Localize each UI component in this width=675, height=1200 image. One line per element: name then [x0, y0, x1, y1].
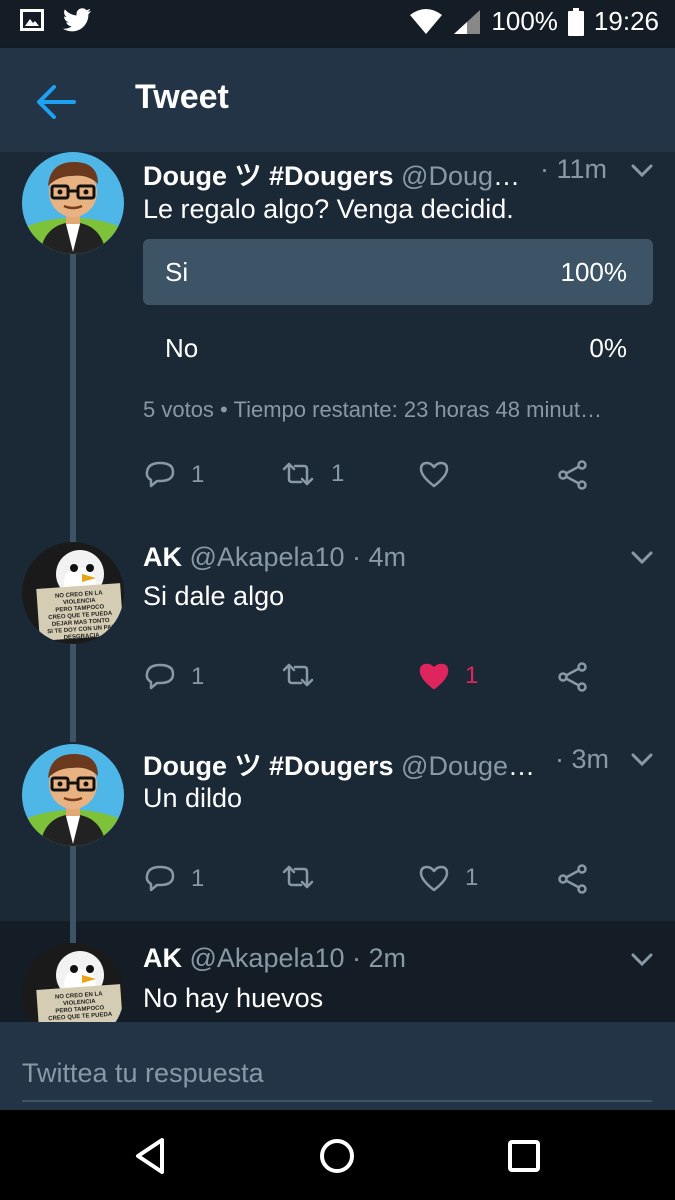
tweet-header: Douge ツ #Dougers @DougeP… — [143, 744, 553, 783]
timestamp: · 2m — [352, 943, 407, 973]
twitter-bird-icon — [63, 8, 91, 32]
heart-filled-icon — [419, 663, 449, 690]
tweet-actions: 1 1 — [143, 460, 653, 500]
share-icon — [558, 864, 587, 894]
tweet-header: Douge ツ #Dougers @Douge… — [143, 154, 530, 193]
reply-count: 1 — [191, 461, 205, 488]
retweet-icon — [282, 462, 314, 486]
svg-text:DESGRACIA: DESGRACIA — [64, 633, 101, 642]
share-button[interactable] — [557, 662, 589, 692]
poll-option[interactable]: No 0% — [143, 315, 653, 381]
back-arrow-icon[interactable] — [34, 82, 78, 122]
poll-meta: 5 votos • Tiempo restante: 23 horas 48 m… — [143, 397, 602, 422]
display-name[interactable]: Douge ツ #Dougers — [143, 161, 394, 191]
gunter-avatar-image: NO CREO EN LA VIOLENCIA PERO TAMPOCO CRE… — [22, 542, 124, 644]
retweet-button[interactable]: 1 — [281, 460, 344, 488]
user-handle[interactable]: @Akapela10 — [190, 943, 345, 973]
reply-count: 1 — [191, 663, 205, 690]
heart-icon — [419, 461, 449, 488]
nav-home-icon[interactable] — [315, 1134, 359, 1178]
like-button-active[interactable]: 1 — [419, 662, 478, 690]
system-nav-bar — [0, 1110, 675, 1200]
signal-icon — [454, 9, 481, 34]
gallery-icon — [20, 9, 44, 31]
like-count: 1 — [465, 864, 479, 891]
tweet-thread[interactable]: Douge ツ #Dougers @Douge… · 11m Le regalo… — [0, 152, 675, 1022]
timestamp: · 4m — [352, 542, 407, 572]
top-app-bar: Tweet — [0, 48, 675, 152]
thread-connector — [70, 921, 76, 943]
tweet-header: AK @Akapela10 · 4m — [143, 542, 585, 573]
battery-icon — [567, 7, 584, 36]
user-handle[interactable]: @Akapela10 — [190, 542, 345, 572]
chevron-down-icon[interactable] — [631, 164, 653, 178]
status-bar: 100% 19:26 — [0, 0, 675, 48]
douge-avatar-image — [22, 744, 124, 846]
share-button[interactable] — [557, 460, 589, 490]
chevron-down-icon[interactable] — [631, 953, 653, 967]
timestamp: · 11m — [540, 154, 608, 184]
page-title: Tweet — [135, 78, 229, 116]
retweet-button[interactable] — [281, 864, 315, 890]
avatar[interactable]: NO CREO EN LA VIOLENCIA PERO TAMPOCO CRE… — [22, 943, 124, 1022]
chevron-down-icon[interactable] — [631, 551, 653, 565]
tweet-text: Le regalo algo? Venga decidid. — [143, 194, 514, 224]
tweet-text: Un dildo — [143, 783, 243, 813]
tweet-text: Si dale algo — [143, 581, 285, 611]
reply-icon — [145, 865, 175, 892]
tweet-header: AK @Akapela10 · 2m — [143, 943, 585, 974]
retweet-count: 1 — [331, 460, 345, 487]
battery-percent: 100% — [491, 6, 558, 36]
display-name[interactable]: AK — [143, 943, 182, 973]
like-count: 1 — [465, 662, 479, 689]
tweet[interactable]: NO CREO EN LA VIOLENCIA PERO TAMPOCO CRE… — [0, 537, 675, 735]
poll-option-label: Si — [165, 257, 189, 287]
user-handle[interactable]: @DougeP… — [401, 751, 553, 781]
poll-option-label: No — [165, 333, 199, 363]
share-button[interactable] — [557, 864, 589, 894]
chevron-down-icon[interactable] — [631, 753, 653, 767]
retweet-icon — [282, 663, 314, 687]
clock: 19:26 — [593, 6, 659, 36]
timestamp: · 3m — [555, 744, 609, 774]
avatar[interactable] — [22, 744, 124, 846]
display-name[interactable]: AK — [143, 542, 182, 572]
tweet-actions: 1 1 — [143, 864, 653, 904]
reply-button[interactable]: 1 — [145, 662, 204, 692]
user-handle[interactable]: @Douge… — [401, 161, 530, 191]
poll-option-percent: 100% — [560, 257, 628, 287]
poll-option-percent: 0% — [589, 333, 627, 363]
reply-button[interactable]: 1 — [145, 460, 204, 490]
avatar[interactable]: NO CREO EN LA VIOLENCIA PERO TAMPOCO CRE… — [22, 542, 124, 644]
tweet-text: No hay huevos — [143, 983, 324, 1013]
like-button[interactable] — [419, 460, 465, 488]
heart-icon — [419, 865, 449, 892]
tweet-actions: 1 1 — [143, 662, 653, 702]
share-icon — [558, 662, 587, 692]
avatar[interactable] — [22, 152, 124, 254]
reply-composer — [0, 1022, 675, 1110]
tweet[interactable]: Douge ツ #Dougers @DougeP… · 3m Un dildo … — [0, 739, 675, 919]
tweet-highlighted[interactable]: NO CREO EN LA VIOLENCIA PERO TAMPOCO CRE… — [0, 921, 675, 1022]
reply-button[interactable]: 1 — [145, 864, 204, 894]
display-name[interactable]: Douge ツ #Dougers — [143, 751, 394, 781]
reply-input[interactable] — [22, 1046, 652, 1102]
like-button[interactable]: 1 — [419, 864, 478, 892]
nav-back-icon[interactable] — [128, 1134, 172, 1178]
reply-icon — [145, 663, 175, 690]
retweet-icon — [282, 865, 314, 889]
poll-option-winner[interactable]: Si 100% — [143, 239, 653, 305]
wifi-icon — [410, 8, 443, 34]
retweet-button[interactable] — [281, 662, 315, 688]
nav-recents-icon[interactable] — [502, 1134, 546, 1178]
douge-avatar-image — [22, 152, 124, 254]
tweet[interactable]: Douge ツ #Dougers @Douge… · 11m Le regalo… — [0, 152, 675, 532]
reply-icon — [145, 461, 175, 488]
share-icon — [558, 460, 587, 490]
reply-count: 1 — [191, 865, 205, 892]
gunter-avatar-image: NO CREO EN LA VIOLENCIA PERO TAMPOCO CRE… — [22, 943, 124, 1022]
